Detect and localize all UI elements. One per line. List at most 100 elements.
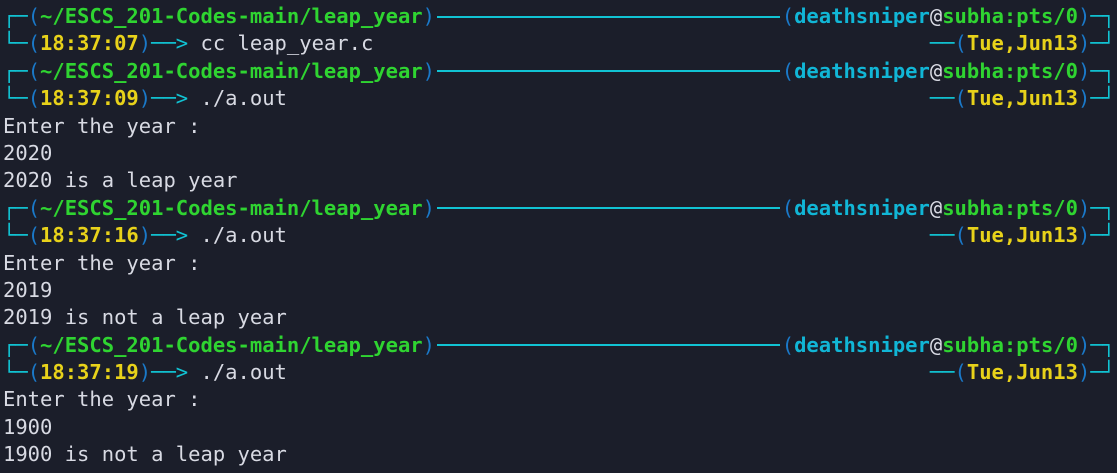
paren: (	[27, 31, 41, 56]
command-text[interactable]: cc leap_year.c	[201, 30, 374, 57]
prompt-top-line: ┌─(~/ESCS_201-Codes-main/leap_year)(deat…	[3, 332, 1115, 359]
frame-line	[436, 15, 780, 18]
prompt-date: Tue,Jun13	[966, 360, 1078, 385]
paren: (	[27, 332, 41, 357]
frame-corner-right-top: ─┐	[1090, 58, 1115, 83]
paren: (	[781, 58, 795, 83]
output-line: 1900	[3, 414, 53, 439]
paren: (	[27, 58, 41, 83]
frame-corner-right-bottom: ─┘	[1090, 31, 1115, 56]
prompt-user: deathsniper	[794, 4, 930, 28]
prompt-host: subha:pts/0	[942, 332, 1078, 357]
paren: (	[27, 360, 41, 385]
frame-dash: ──	[929, 360, 955, 385]
prompt-arrow: ──>	[151, 360, 189, 385]
command-text[interactable]: ./a.out	[201, 222, 287, 249]
frame-corner-right-bottom: ─┘	[1090, 223, 1115, 248]
prompt-time: 18:37:19	[40, 360, 139, 385]
terminal-window[interactable]: ┌─(~/ESCS_201-Codes-main/leap_year)(deat…	[3, 3, 1115, 469]
paren: )	[1077, 195, 1091, 220]
prompt-date: Tue,Jun13	[966, 86, 1078, 111]
paren: (	[27, 4, 41, 28]
prompt-bottom-line: └─(18:37:19) ──> ./a.out ──(Tue,Jun13) ─┘	[3, 359, 1115, 386]
prompt-bottom-line: └─(18:37:09) ──> ./a.out ──(Tue,Jun13) ─┘	[3, 85, 1115, 112]
frame-corner-right-top: ─┐	[1090, 195, 1115, 220]
paren: )	[1077, 86, 1091, 111]
paren: )	[422, 58, 435, 83]
paren: (	[954, 31, 967, 56]
paren: (	[27, 223, 41, 248]
prompt-user: deathsniper	[794, 195, 930, 220]
frame-dash: ──	[929, 223, 955, 248]
frame-line	[436, 344, 780, 347]
frame-corner-top: ┌─	[3, 58, 28, 83]
paren: )	[1077, 4, 1091, 28]
frame-line	[436, 70, 780, 73]
prompt-date: Tue,Jun13	[966, 31, 1078, 56]
frame-corner-bottom: └─	[3, 86, 28, 111]
output-line: Enter the year :	[3, 387, 201, 412]
frame-corner-bottom: └─	[3, 223, 28, 248]
paren: (	[954, 360, 967, 385]
paren: )	[138, 86, 152, 111]
prompt-host: subha:pts/0	[942, 58, 1078, 83]
paren: )	[138, 360, 152, 385]
frame-corner-right-top: ─┐	[1090, 332, 1115, 357]
paren: )	[422, 195, 435, 220]
prompt-arrow: ──>	[151, 223, 189, 248]
frame-corner-bottom: └─	[3, 31, 28, 56]
paren: (	[954, 86, 967, 111]
prompt-cwd: ~/ESCS_201-Codes-main/leap_year	[40, 4, 423, 28]
prompt-time: 18:37:16	[40, 223, 139, 248]
output-line: 2020 is a leap year	[3, 168, 238, 193]
prompt-top-line: ┌─(~/ESCS_201-Codes-main/leap_year)(deat…	[3, 58, 1115, 85]
prompt-cwd: ~/ESCS_201-Codes-main/leap_year	[40, 332, 423, 357]
frame-corner-right-bottom: ─┘	[1090, 360, 1115, 385]
at-sign: @	[929, 195, 943, 220]
output-line: 2019	[3, 277, 53, 302]
prompt-date: Tue,Jun13	[966, 223, 1078, 248]
prompt-cwd: ~/ESCS_201-Codes-main/leap_year	[40, 58, 423, 83]
paren: )	[1077, 58, 1091, 83]
prompt-arrow: ──>	[151, 86, 189, 111]
output-line: 1900 is not a leap year	[3, 442, 287, 467]
at-sign: @	[929, 58, 943, 83]
prompt-host: subha:pts/0	[942, 4, 1078, 28]
output-line: Enter the year :	[3, 250, 201, 275]
paren: )	[1077, 332, 1091, 357]
at-sign: @	[929, 332, 943, 357]
paren: )	[1077, 360, 1091, 385]
paren: (	[781, 4, 795, 28]
prompt-user: deathsniper	[794, 332, 930, 357]
frame-corner-top: ┌─	[3, 195, 28, 220]
prompt-top-line: ┌─(~/ESCS_201-Codes-main/leap_year)(deat…	[3, 195, 1115, 222]
paren: (	[781, 195, 795, 220]
at-sign: @	[929, 4, 943, 28]
frame-line	[436, 207, 780, 210]
output-line: 2020	[3, 140, 53, 165]
prompt-cwd: ~/ESCS_201-Codes-main/leap_year	[40, 195, 423, 220]
prompt-bottom-line: └─(18:37:16) ──> ./a.out ──(Tue,Jun13) ─┘	[3, 222, 1115, 249]
frame-corner-bottom: └─	[3, 360, 28, 385]
frame-corner-right-bottom: ─┘	[1090, 86, 1115, 111]
command-text[interactable]: ./a.out	[201, 359, 287, 386]
paren: )	[422, 332, 435, 357]
output-line: Enter the year :	[3, 113, 201, 138]
paren: )	[1077, 223, 1091, 248]
frame-corner-right-top: ─┐	[1090, 4, 1115, 28]
paren: )	[138, 223, 152, 248]
frame-corner-top: ┌─	[3, 4, 28, 28]
paren: (	[27, 86, 41, 111]
prompt-host: subha:pts/0	[942, 195, 1078, 220]
command-text[interactable]: ./a.out	[201, 85, 287, 112]
paren: (	[27, 195, 41, 220]
paren: )	[422, 4, 435, 28]
frame-dash: ──	[929, 31, 955, 56]
prompt-top-line: ┌─(~/ESCS_201-Codes-main/leap_year)(deat…	[3, 3, 1115, 30]
prompt-arrow: ──>	[151, 31, 189, 56]
paren: )	[1077, 31, 1091, 56]
output-line: 2019 is not a leap year	[3, 305, 287, 330]
